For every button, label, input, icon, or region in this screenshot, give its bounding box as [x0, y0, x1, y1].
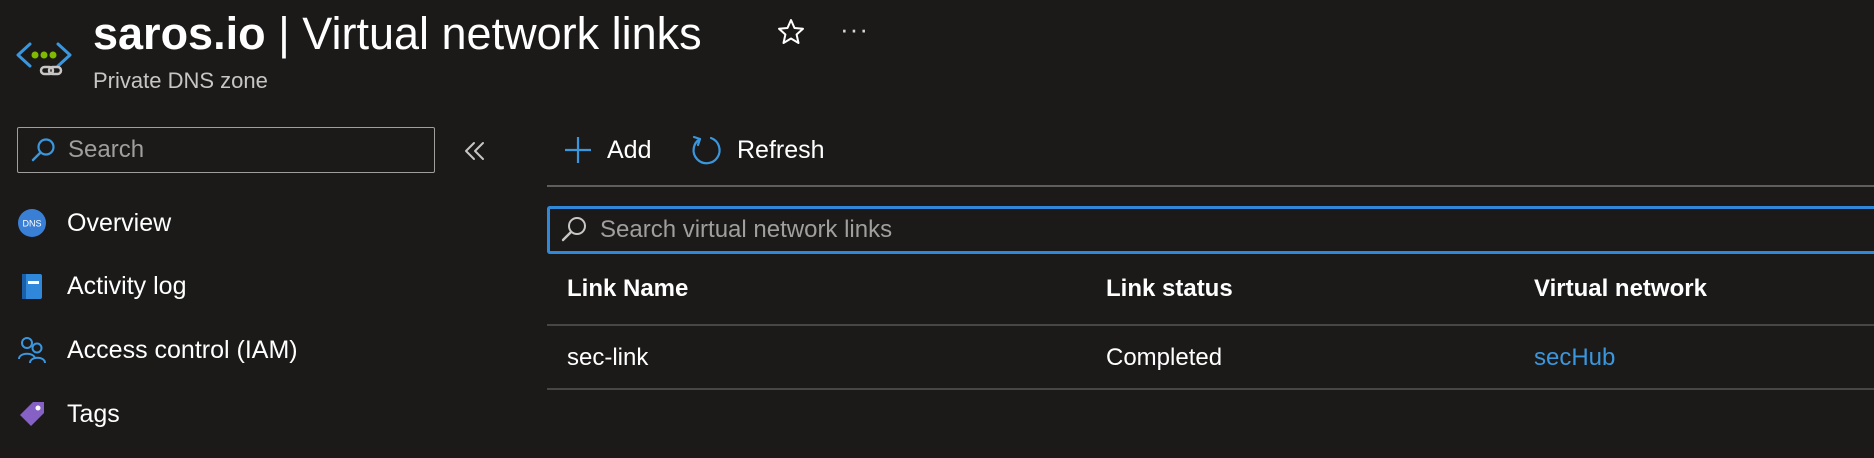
tag-icon — [17, 399, 47, 429]
refresh-icon — [692, 135, 721, 165]
sidebar-item-tags[interactable]: Tags — [17, 392, 120, 436]
search-icon — [561, 217, 586, 242]
column-header-virtual-network[interactable]: Virtual network — [1534, 275, 1707, 303]
activity-log-icon — [17, 271, 47, 301]
dns-icon-text: DNS — [22, 219, 41, 229]
cell-link-status: Completed — [1106, 344, 1223, 371]
refresh-button[interactable]: Refresh — [689, 128, 825, 172]
virtual-network-links-search-box[interactable] — [547, 206, 1874, 254]
sidebar-item-activity-log[interactable]: Activity log — [17, 264, 186, 308]
page-title: saros.io | Virtual network links — [93, 6, 702, 62]
cell-virtual-network-link[interactable]: secHub — [1534, 344, 1615, 372]
refresh-button-label: Refresh — [737, 135, 825, 164]
cell-link-name: sec-link — [567, 344, 649, 371]
add-button[interactable]: Add — [563, 128, 651, 172]
sidebar-item-label: Activity log — [67, 271, 187, 300]
virtual-network-links-search-input[interactable] — [598, 215, 1874, 245]
dns-icon: DNS — [17, 208, 47, 238]
add-button-label: Add — [607, 135, 652, 164]
sidebar-search-input[interactable] — [66, 135, 434, 165]
sidebar-search-box[interactable] — [17, 127, 435, 173]
sidebar-item-label: Overview — [67, 208, 172, 237]
page-name: Virtual network links — [302, 8, 702, 59]
column-header-link-status[interactable]: Link status — [1106, 275, 1233, 303]
title-separator: | — [265, 8, 303, 59]
users-icon — [17, 335, 47, 365]
ellipsis-icon[interactable]: ··· — [840, 14, 869, 45]
double-chevron-left-icon[interactable] — [462, 138, 488, 164]
table-row-divider — [547, 388, 1874, 390]
resource-name: saros.io — [93, 8, 266, 59]
table-header-divider — [547, 324, 1874, 326]
plus-icon — [565, 137, 591, 163]
sidebar-item-overview[interactable]: DNS Overview — [17, 201, 171, 245]
sidebar-item-label: Access control (IAM) — [67, 335, 298, 364]
toolbar-divider — [547, 185, 1874, 187]
search-icon — [31, 138, 55, 162]
page-subtitle: Private DNS zone — [93, 68, 268, 93]
sidebar-item-label: Tags — [67, 399, 120, 428]
private-dns-zone-icon — [14, 18, 74, 78]
star-icon[interactable] — [776, 17, 806, 47]
sidebar-item-access-control[interactable]: Access control (IAM) — [17, 328, 298, 372]
column-header-link-name[interactable]: Link Name — [567, 275, 688, 303]
